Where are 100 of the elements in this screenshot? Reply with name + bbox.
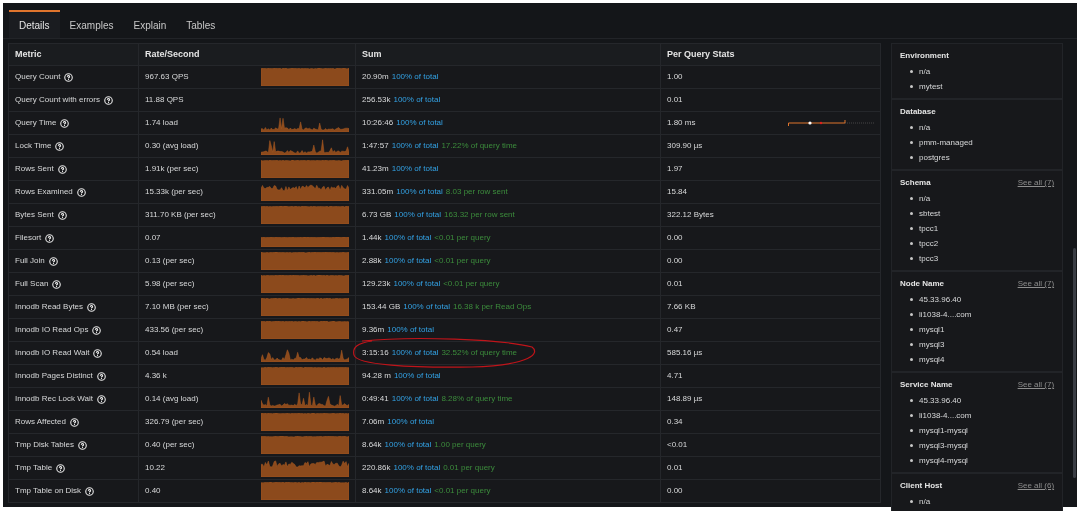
- help-icon[interactable]: [93, 348, 103, 358]
- filter-value[interactable]: n/a: [919, 192, 931, 205]
- metric-name: Innodb IO Read Ops: [15, 324, 89, 336]
- filter-value[interactable]: 45.33.96.40: [919, 394, 962, 407]
- per-query-value: 148.89 µs: [667, 393, 703, 405]
- help-icon[interactable]: [60, 118, 70, 128]
- filter-value[interactable]: n/a: [919, 65, 931, 78]
- filter-value[interactable]: mysql4-mysql: [919, 454, 968, 467]
- help-icon[interactable]: [96, 394, 106, 404]
- rate-value: 7.10 MB (per sec): [145, 301, 209, 313]
- tab[interactable]: Explain: [123, 10, 177, 38]
- rate-value: 0.40: [145, 485, 161, 497]
- filter-value[interactable]: mysql1-mysql: [919, 424, 968, 437]
- filter-value[interactable]: 45.33.96.40: [919, 293, 962, 306]
- bullet-icon: [910, 343, 913, 346]
- see-all-link[interactable]: See all (7): [1017, 278, 1055, 290]
- rate-value: 15.33k (per sec): [145, 186, 203, 198]
- per-query-value: 0.01: [667, 278, 683, 290]
- sum-value: 1.44k: [362, 232, 382, 244]
- help-icon[interactable]: [103, 95, 113, 105]
- scrollbar-thumb[interactable]: [1073, 248, 1077, 478]
- sum-value: 7.06m: [362, 416, 385, 428]
- bullet-icon: [910, 414, 913, 417]
- percent-of-total: 100% of total: [403, 301, 450, 313]
- sum-value: 8.64k: [362, 439, 382, 451]
- help-icon[interactable]: [57, 210, 67, 220]
- metric-name: Rows Affected: [15, 416, 66, 428]
- filter-value[interactable]: li1038-4....com: [919, 409, 972, 422]
- bullet-icon: [910, 257, 913, 260]
- metric-name: Rows Sent: [15, 163, 54, 175]
- panel-title: Database: [900, 106, 936, 118]
- metric-name: Innodb Pages Distinct: [15, 370, 93, 382]
- rate-value: 967.63 QPS: [145, 71, 189, 83]
- percent-of-total: 100% of total: [393, 370, 441, 382]
- sum-value: 153.44 GB: [362, 301, 401, 313]
- percent-of-total: 100% of total: [393, 462, 441, 474]
- bullet-icon: [910, 212, 913, 215]
- help-icon[interactable]: [76, 187, 86, 197]
- help-icon[interactable]: [64, 72, 74, 82]
- panel-title: Node Name: [900, 278, 944, 290]
- filter-value[interactable]: n/a: [919, 495, 931, 508]
- per-query-value: 0.00: [667, 485, 683, 497]
- bullet-icon: [910, 242, 913, 245]
- filter-value[interactable]: mysql1: [919, 323, 945, 336]
- filter-value[interactable]: mysql3: [919, 338, 945, 351]
- tab[interactable]: Details: [9, 10, 60, 38]
- filter-value[interactable]: postgres: [919, 151, 950, 164]
- filter-value[interactable]: mytest: [919, 80, 943, 93]
- tab[interactable]: Examples: [59, 10, 124, 38]
- help-icon[interactable]: [56, 463, 66, 473]
- filter-value[interactable]: tpcc3: [919, 252, 939, 265]
- help-icon[interactable]: [48, 256, 58, 266]
- filter-value[interactable]: n/a: [919, 121, 931, 134]
- help-icon[interactable]: [45, 233, 55, 243]
- filter-value[interactable]: mysql3-mysql: [919, 439, 968, 452]
- filter-value[interactable]: mysql4: [919, 353, 945, 366]
- filter-value[interactable]: pmm-managed: [919, 136, 973, 149]
- metric-name: Innodb IO Read Wait: [15, 347, 90, 359]
- see-all-link[interactable]: See all (6): [1017, 480, 1055, 492]
- per-query-value: 0.01: [667, 94, 683, 106]
- metric-name: Bytes Sent: [15, 209, 54, 221]
- tab[interactable]: Tables: [176, 10, 226, 38]
- metric-name: Full Join: [15, 255, 45, 267]
- percent-of-total: 100% of total: [391, 71, 439, 83]
- help-icon[interactable]: [96, 371, 106, 381]
- metric-name: Tmp Table: [15, 462, 53, 474]
- filter-value[interactable]: li1038-4....com: [919, 308, 972, 321]
- per-query-value: 0.01: [667, 462, 683, 474]
- per-query-value: 7.66 KB: [667, 301, 696, 313]
- bullet-icon: [910, 156, 913, 159]
- per-query-value: 1.97: [667, 163, 683, 175]
- percent-of-total: 100% of total: [384, 255, 432, 267]
- rate-value: 0.40 (per sec): [145, 439, 195, 451]
- bullet-icon: [910, 227, 913, 230]
- filter-value[interactable]: tpcc2: [919, 237, 939, 250]
- rate-value: 10.22: [145, 462, 166, 474]
- metric-name: Tmp Table on Disk: [15, 485, 82, 497]
- see-all-link[interactable]: See all (7): [1017, 177, 1055, 189]
- column-header: Metric: [15, 48, 42, 59]
- metric-name: Query Count: [15, 71, 61, 83]
- help-icon[interactable]: [70, 417, 79, 427]
- percent-of-total: 100% of total: [394, 209, 442, 221]
- rate-value: 11.88 QPS: [145, 94, 184, 106]
- help-icon[interactable]: [85, 486, 95, 496]
- filter-value[interactable]: tpcc1: [919, 222, 939, 235]
- help-icon[interactable]: [87, 302, 97, 312]
- help-icon[interactable]: [57, 164, 67, 174]
- help-icon[interactable]: [92, 325, 102, 335]
- bullet-icon: [910, 85, 913, 88]
- help-icon[interactable]: [55, 141, 65, 151]
- sum-note: 32.52% of query time: [441, 347, 517, 359]
- help-icon[interactable]: [78, 440, 87, 450]
- percent-of-total: 100% of total: [391, 393, 439, 405]
- filter-value[interactable]: sbtest: [919, 207, 941, 220]
- bullet-icon: [910, 70, 913, 73]
- see-all-link[interactable]: See all (7): [1017, 379, 1055, 391]
- sum-note: 8.28% of query time: [441, 393, 513, 405]
- column-header: Rate/Second: [145, 48, 200, 59]
- metric-name: Query Time: [15, 117, 57, 129]
- help-icon[interactable]: [52, 279, 62, 289]
